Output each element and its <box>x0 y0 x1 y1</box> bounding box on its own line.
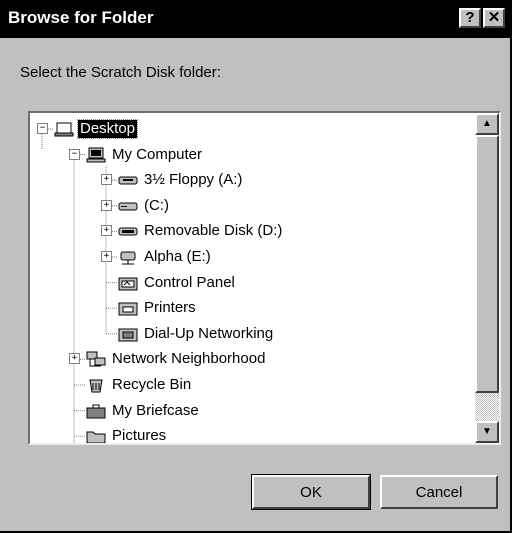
dialog-title: Browse for Folder <box>8 8 154 27</box>
tree-item-label[interactable]: Control Panel <box>142 274 237 292</box>
tree-item[interactable]: + (C:) <box>30 195 476 217</box>
tree-item[interactable]: + Removable Disk (D:) <box>30 220 476 242</box>
tree-item-label[interactable]: Desktop <box>76 119 139 139</box>
tree-item[interactable]: Dial-Up Networking <box>30 323 476 345</box>
tree-item-label[interactable]: Dial-Up Networking <box>142 325 275 343</box>
vertical-scrollbar[interactable]: ▲ ▼ <box>475 113 499 443</box>
tree-item-label[interactable]: My Computer <box>110 146 204 164</box>
tree-item-label[interactable]: Alpha (E:) <box>142 248 213 266</box>
tree-item-label[interactable]: Printers <box>142 299 198 317</box>
tree-item-label[interactable]: Network Neighborhood <box>110 350 267 368</box>
expand-toggle[interactable]: + <box>69 353 80 365</box>
recycle-bin-icon <box>89 379 103 393</box>
expand-toggle[interactable]: + <box>101 225 112 237</box>
desktop-icon <box>54 122 74 137</box>
tree-item-label[interactable]: Pictures <box>110 427 168 443</box>
tree-item[interactable]: Control Panel <box>30 272 476 294</box>
scroll-thumb[interactable] <box>475 135 499 393</box>
ok-button[interactable]: OK <box>251 474 371 510</box>
tree-item-label[interactable]: Recycle Bin <box>110 376 193 394</box>
tree-item[interactable]: Recycle Bin <box>30 374 476 396</box>
tree-item-label[interactable]: (C:) <box>142 197 171 215</box>
close-button[interactable]: ✕ <box>483 8 505 28</box>
collapse-toggle[interactable]: − <box>69 148 80 160</box>
tree-item[interactable]: +3½ Floppy (A:) <box>30 169 476 191</box>
network-icon <box>86 351 106 367</box>
dialup-icon <box>118 328 138 342</box>
tree-item[interactable]: + Alpha (E:) <box>30 246 476 268</box>
floppy-drive-icon <box>118 176 138 185</box>
prompt-text: Select the Scratch Disk folder: <box>20 64 221 81</box>
hard-drive-icon <box>118 202 138 211</box>
control-panel-icon <box>118 277 138 291</box>
help-button[interactable]: ? <box>459 8 481 28</box>
expand-toggle[interactable]: + <box>101 199 112 211</box>
folder-icon <box>86 431 106 443</box>
tree-item[interactable]: Pictures <box>30 425 476 443</box>
folder-tree[interactable]: − Desktop − My Computer +3½ Floppy (A:) + (C:)… <box>28 111 501 445</box>
tree-item-label[interactable]: My Briefcase <box>110 402 201 420</box>
computer-icon <box>86 147 106 163</box>
tree-item[interactable]: Printers <box>30 297 476 319</box>
scroll-down-button[interactable]: ▼ <box>475 421 499 443</box>
network-drive-icon <box>120 251 136 265</box>
browse-folder-dialog: Browse for Folder ? ✕ Select the Scratch… <box>0 0 512 533</box>
scroll-track[interactable] <box>475 393 499 421</box>
tree-item[interactable]: − My Computer <box>30 144 476 166</box>
scroll-up-button[interactable]: ▲ <box>475 113 499 135</box>
tree-item-label[interactable]: Removable Disk (D:) <box>142 222 284 240</box>
briefcase-icon <box>86 404 106 419</box>
expand-toggle[interactable]: + <box>101 251 112 262</box>
tree-item[interactable]: − Desktop <box>30 118 476 140</box>
tree-item[interactable]: My Briefcase <box>30 400 476 422</box>
tree-view: − Desktop − My Computer +3½ Floppy (A:) + (C:)… <box>30 113 476 443</box>
printers-icon <box>118 302 138 316</box>
expand-toggle[interactable]: + <box>101 174 112 186</box>
tree-item-label[interactable]: 3½ Floppy (A:) <box>142 171 244 189</box>
tree-item[interactable]: + Network Neighborhood <box>30 348 476 370</box>
removable-drive-icon <box>118 227 138 236</box>
title-bar: Browse for Folder ? ✕ <box>0 0 510 38</box>
collapse-toggle[interactable]: − <box>37 123 48 134</box>
cancel-button[interactable]: Cancel <box>380 475 498 509</box>
